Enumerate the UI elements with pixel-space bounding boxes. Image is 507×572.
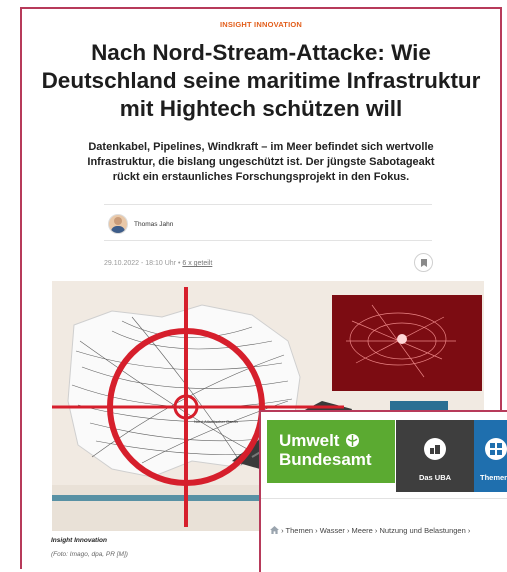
topics-icon [485,438,507,460]
uba-logo[interactable]: Umwelt Bundesamt [267,420,395,483]
author-name[interactable]: Thomas Jahn [134,221,173,228]
article-meta: 29.10.2022 - 18:10 Uhr • 6 x geteilt [104,260,212,267]
bookmark-button[interactable] [414,253,433,272]
article-kicker[interactable]: INSIGHT INNOVATION [22,20,500,29]
uba-website-overlay: Umwelt Bundesamt Das UBA Themen › Themen… [259,410,507,572]
avatar [108,214,128,234]
uba-header: Umwelt Bundesamt Das UBA Themen [261,412,507,498]
divider [104,240,432,241]
breadcrumb[interactable]: › Themen › Wasser › Meere › Nutzung und … [270,526,470,535]
logo-line1: Umwelt [279,431,340,450]
divider [261,498,507,499]
nav-topics[interactable]: Themen [474,420,507,492]
divider [104,204,432,205]
home-icon[interactable] [270,526,281,535]
nav-about-label: Das UBA [418,473,452,482]
share-count-link[interactable]: 6 x geteilt [182,260,212,267]
nav-about[interactable]: Das UBA [396,420,474,492]
about-icon [424,438,446,460]
author-row[interactable]: Thomas Jahn [108,214,173,234]
caption-title: Insight Innovation [51,537,107,544]
nav-topics-label: Themen [480,473,507,482]
logo-line2: Bundesamt [279,450,372,469]
meta-separator: • [177,260,181,267]
breadcrumb-path[interactable]: › Themen › Wasser › Meere › Nutzung und … [281,526,470,535]
globe-icon [346,434,360,447]
publish-date: 29.10.2022 - 18:10 Uhr [104,260,176,267]
map-label: Nord-Atlantischer Ozean [194,419,238,424]
article-teaser: Datenkabel, Pipelines, Windkraft – im Me… [87,141,435,183]
article-headline: Nach Nord-Stream-Attacke: Wie Deutschlan… [41,40,481,121]
bookmark-icon [420,258,427,267]
image-caption: Insight Innovation (Foto: Imago, dpa, PR… [51,537,128,558]
